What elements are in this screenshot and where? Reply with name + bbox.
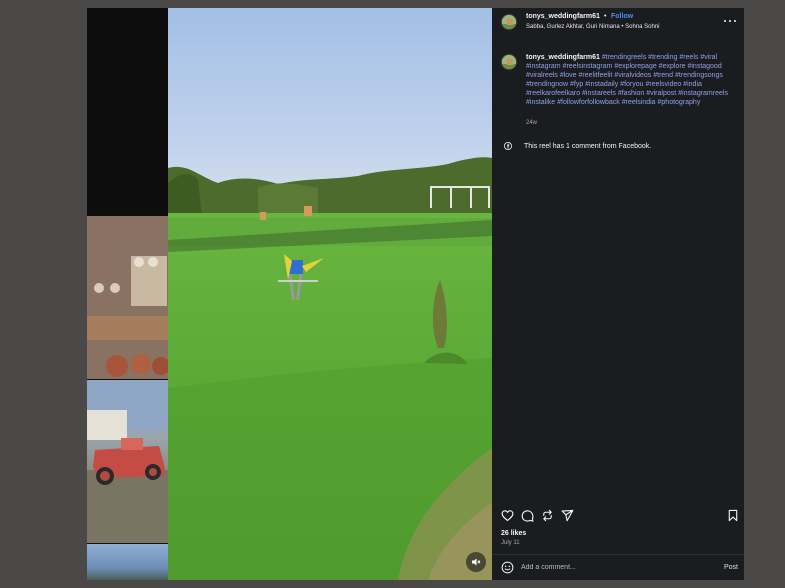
more-options-icon [729, 20, 731, 22]
caption-username-link[interactable]: tonys_weddingfarm61 [526, 54, 600, 61]
send-icon [561, 509, 573, 521]
follow-button[interactable]: Follow [611, 13, 633, 20]
avatar[interactable] [501, 14, 517, 30]
comment-input[interactable] [521, 561, 701, 574]
more-options-icon [724, 20, 726, 22]
facebook-note-text: This reel has 1 comment from Facebook. [524, 142, 652, 150]
avatar[interactable] [501, 54, 517, 70]
caption-hashtags[interactable]: #trendingreels #trending #reels #viral #… [526, 54, 728, 106]
heart-icon [501, 509, 513, 521]
divider [492, 554, 744, 555]
share-button[interactable] [540, 508, 554, 522]
separator-dot: • [604, 13, 607, 20]
speaker-muted-icon [472, 558, 481, 566]
mute-toggle[interactable] [466, 552, 486, 572]
post-details-panel: tonys_weddingfarm61 • Follow Sabba, Gurl… [492, 8, 744, 580]
save-button[interactable] [726, 508, 740, 522]
reel-thumbnail[interactable] [87, 8, 168, 215]
share-icon [542, 509, 552, 521]
post-actions [492, 508, 744, 522]
send-button[interactable] [560, 508, 574, 522]
post-comment-button[interactable]: Post [724, 564, 738, 571]
like-button[interactable] [500, 508, 514, 522]
reel-thumbnail-strip [87, 8, 168, 580]
post-age: 24w [526, 120, 538, 126]
facebook-icon [504, 142, 512, 150]
emoji-icon [501, 561, 514, 574]
comment-button[interactable] [520, 508, 534, 522]
post-header: tonys_weddingfarm61 • Follow Sabba, Gurl… [492, 8, 744, 38]
emoji-button[interactable] [501, 561, 514, 574]
bookmark-icon [728, 509, 738, 521]
likes-count[interactable]: 26 likes [501, 530, 526, 537]
reel-video[interactable] [168, 8, 492, 580]
reel-thumbnail[interactable] [87, 380, 168, 543]
post-date: July 11 [501, 540, 520, 546]
facebook-comment-note: This reel has 1 comment from Facebook. [504, 141, 651, 151]
reel-thumbnail[interactable] [87, 216, 168, 379]
username-link[interactable]: tonys_weddingfarm61 [526, 13, 600, 20]
post-caption: tonys_weddingfarm61 #trendingreels #tren… [526, 53, 740, 108]
audio-info-link[interactable]: Sabba, Gurlez Akhtar, Guri Nimana • Sohn… [526, 24, 660, 30]
comment-composer: Post [492, 557, 744, 579]
more-options-button[interactable] [724, 16, 736, 26]
comment-icon [521, 509, 534, 522]
more-options-icon [734, 20, 736, 22]
reel-thumbnail[interactable] [87, 544, 168, 580]
